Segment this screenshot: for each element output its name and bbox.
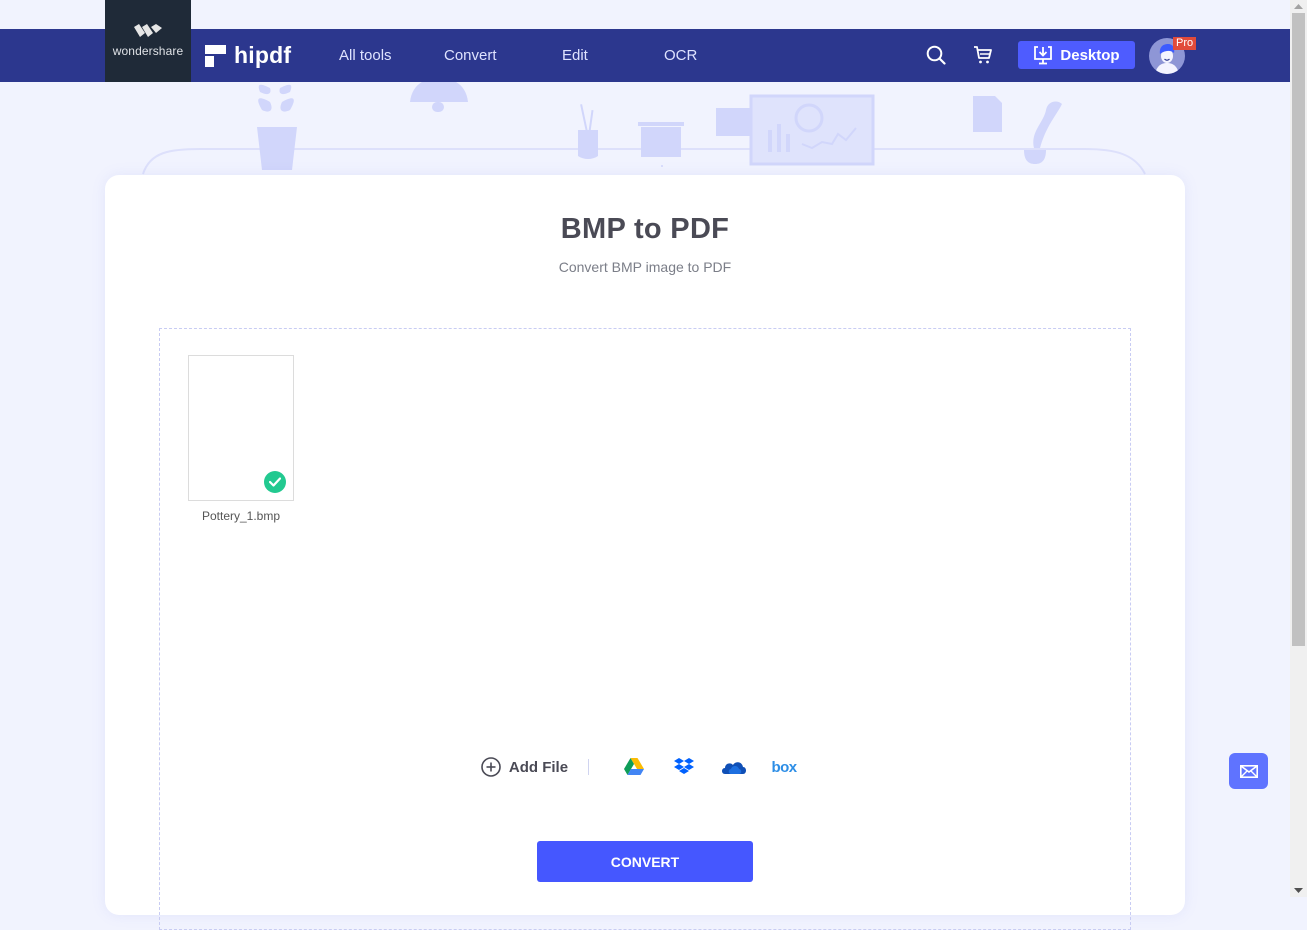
- add-file-button[interactable]: Add File: [481, 757, 568, 777]
- nav-edit[interactable]: Edit: [562, 29, 588, 82]
- dashboard-illustration: [716, 94, 875, 166]
- arrow-up-icon: [1294, 4, 1303, 9]
- onedrive-icon: [722, 762, 747, 774]
- box-icon: box: [771, 758, 797, 776]
- feedback-button[interactable]: [1229, 753, 1268, 789]
- add-file-bar: Add File box: [160, 756, 1130, 778]
- cart-icon: [974, 46, 992, 64]
- hipdf-logo[interactable]: hipdf: [205, 29, 291, 82]
- page-scrollbar[interactable]: [1290, 0, 1307, 897]
- hipdf-mark-icon: [205, 44, 226, 67]
- upload-success-badge: [264, 471, 286, 493]
- mail-icon: [1239, 764, 1258, 778]
- add-file-label: Add File: [508, 758, 569, 776]
- plus-circle-icon: [481, 757, 501, 777]
- check-icon: [269, 477, 281, 487]
- file-thumbnail[interactable]: [188, 355, 294, 501]
- dropbox-icon: [674, 758, 695, 774]
- scroll-up-button[interactable]: [1290, 0, 1307, 13]
- hipdf-label: hipdf: [234, 42, 292, 68]
- page-title: BMP to PDF: [560, 213, 730, 245]
- scroll-down-button[interactable]: [1290, 884, 1307, 897]
- pro-badge: Pro: [1173, 37, 1197, 50]
- onedrive-button[interactable]: [721, 756, 747, 778]
- document-illustration: [973, 96, 1002, 132]
- cart-button[interactable]: [970, 41, 996, 69]
- desktop-download-button[interactable]: Desktop: [1018, 41, 1135, 69]
- dropbox-button[interactable]: [671, 756, 697, 778]
- file-name: Pottery_1.bmp: [201, 509, 281, 523]
- convert-button[interactable]: CONVERT: [537, 841, 753, 882]
- wondershare-mark-icon: [134, 24, 162, 37]
- box-button[interactable]: box: [771, 756, 797, 778]
- wondershare-logo[interactable]: wondershare: [105, 0, 191, 82]
- scrollbar-thumb[interactable]: [1292, 13, 1305, 646]
- board-illustration: [638, 122, 684, 167]
- google-drive-button[interactable]: [621, 756, 647, 778]
- plant-illustration: [257, 84, 297, 170]
- arrow-down-icon: [1294, 888, 1303, 893]
- top-strip: [0, 0, 1290, 29]
- lamp-illustration: [410, 82, 468, 112]
- search-button[interactable]: [923, 41, 949, 69]
- desktop-label: Desktop: [1060, 46, 1120, 64]
- nav-ocr[interactable]: OCR: [664, 29, 697, 82]
- google-drive-icon: [624, 758, 645, 775]
- header-illustration: [142, 82, 1146, 175]
- file-drop-zone[interactable]: Pottery_1.bmp Add File box CONVERT: [159, 328, 1131, 930]
- wondershare-label: wondershare: [112, 44, 184, 58]
- main-card: BMP to PDF Convert BMP image to PDF Pott…: [105, 175, 1185, 930]
- vase-illustration: [1024, 101, 1062, 164]
- divider: [588, 759, 590, 775]
- pencil-cup-illustration: [578, 104, 598, 159]
- nav-all-tools[interactable]: All tools: [339, 29, 392, 82]
- nav-convert[interactable]: Convert: [444, 29, 497, 82]
- page-subtitle: Convert BMP image to PDF: [558, 259, 732, 275]
- search-icon: [926, 45, 946, 65]
- desktop-download-icon: [1034, 46, 1053, 65]
